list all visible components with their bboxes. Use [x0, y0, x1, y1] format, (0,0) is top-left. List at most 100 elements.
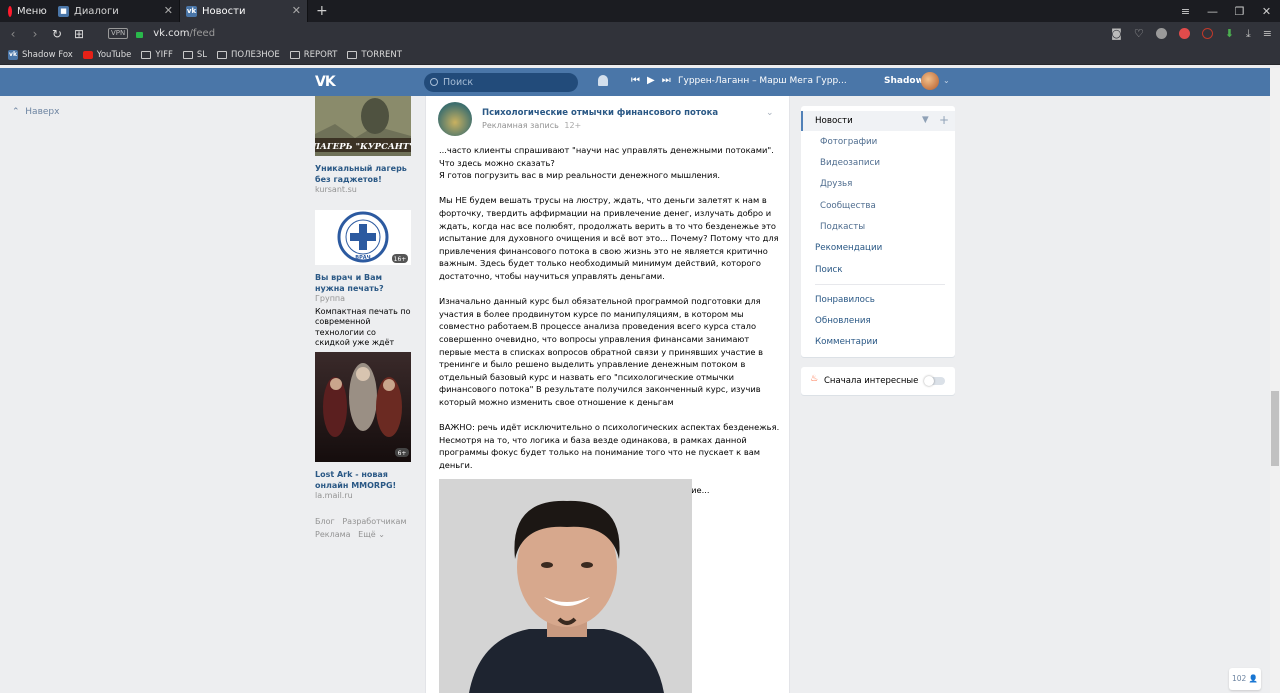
bookmark-sl[interactable]: SL	[182, 50, 207, 60]
bookmark-shadow-fox[interactable]: vk Shadow Fox	[8, 49, 73, 60]
news-navigation: Новости ▼ + Фотографии Видеозаписи Друзь…	[801, 106, 955, 357]
close-window-icon[interactable]: ✕	[1253, 5, 1280, 18]
nav-item-comments[interactable]: Комментарии	[815, 337, 878, 347]
back-icon[interactable]: ‹	[2, 27, 24, 41]
new-tab-button[interactable]: +	[308, 3, 336, 19]
tab-news[interactable]: vk Новости ✕	[180, 0, 308, 22]
ad-image[interactable]: 6+	[315, 352, 411, 462]
post-ad-label: Рекламная запись	[482, 121, 559, 130]
ad-block-doctor[interactable]: ВРАЧ 16+ Вы врач и Вам нужна печать? Гру…	[315, 210, 412, 349]
downloads-icon[interactable]: ⤓	[1246, 27, 1251, 41]
bookmark-youtube[interactable]: YouTube	[82, 50, 131, 60]
close-tab-icon[interactable]: ✕	[164, 4, 173, 17]
next-track-icon[interactable]: ⏭	[662, 75, 671, 86]
avatar[interactable]	[921, 72, 939, 90]
ad-source: la.mail.ru	[315, 491, 353, 500]
nav-item-friends[interactable]: Друзья	[820, 179, 852, 189]
bookmark-report[interactable]: REPORT	[289, 50, 337, 60]
ad-source: kursant.su	[315, 185, 357, 194]
minimize-icon[interactable]: —	[1199, 5, 1226, 18]
scroll-to-top-link[interactable]: ⌃ Наверх	[12, 107, 59, 117]
footer-link-more[interactable]: Ещё	[358, 530, 376, 539]
adblock-extension-icon[interactable]	[1178, 28, 1190, 39]
nav-item-videos[interactable]: Видеозаписи	[820, 158, 880, 168]
ad-title[interactable]: Lost Ark - новая онлайн MMORPG!	[315, 470, 412, 491]
post-subtitle: Рекламная запись 12+	[482, 121, 581, 130]
camera-icon[interactable]: ◙	[1111, 27, 1122, 40]
restore-icon[interactable]: ❐	[1226, 5, 1253, 18]
menu-icon[interactable]: ≡	[1263, 27, 1272, 40]
chevron-down-icon[interactable]: ⌄	[943, 76, 950, 85]
folder-icon	[141, 50, 152, 59]
vk-logo-icon[interactable]: VK	[315, 74, 336, 90]
tab-dialogs[interactable]: ■ Диалоги ✕	[52, 0, 180, 22]
vk-icon: vk	[186, 5, 197, 17]
tab-label: Новости	[202, 5, 246, 17]
bookmark-torrent[interactable]: TORRENT	[347, 50, 402, 60]
post-author-avatar[interactable]	[438, 102, 472, 136]
vk-header: VK Поиск ⏮ ▶ ⏭ Гуррен-Лаганн – Марш Мега…	[0, 68, 1270, 96]
post-photo[interactable]	[439, 479, 692, 693]
bookmark-poleznoe[interactable]: ПОЛЕЗНОЕ	[217, 50, 280, 60]
extension-icon[interactable]	[1155, 28, 1167, 39]
interesting-first-toggle-block[interactable]: ♨ Сначала интересные	[801, 367, 955, 395]
bookmark-yiff[interactable]: YIFF	[141, 50, 173, 60]
speed-dial-icon[interactable]: ⊞	[68, 27, 90, 41]
footer-link-developers[interactable]: Разработчикам	[342, 517, 406, 526]
heart-icon[interactable]: ♡	[1134, 27, 1144, 40]
ad-image-text: ЛАГЕРЬ "КУРСАНТ"	[315, 142, 411, 152]
previous-track-icon[interactable]: ⏮	[631, 75, 640, 86]
page-scrollbar[interactable]	[1270, 68, 1280, 693]
footer-links: Блог Разработчикам Реклама Ещё ⌄	[315, 516, 407, 541]
opera-menu-button[interactable]: Меню	[0, 0, 52, 22]
nav-item-updates[interactable]: Обновления	[815, 316, 871, 326]
ad-block-lost-ark[interactable]: 6+ Lost Ark - новая онлайн MMORPG! la.ma…	[315, 352, 412, 502]
download-extension-icon[interactable]: ⬇	[1225, 27, 1234, 40]
reload-icon[interactable]: ↻	[46, 27, 68, 41]
nav-item-search[interactable]: Поиск	[815, 265, 843, 275]
username[interactable]: Shadow	[884, 76, 924, 86]
nav-item-podcasts[interactable]: Подкасты	[820, 222, 865, 232]
shield-extension-icon[interactable]	[1201, 28, 1213, 39]
interesting-first-label: Сначала интересные	[824, 376, 919, 386]
post-author-name[interactable]: Психологические отмычки финансового пото…	[482, 108, 718, 118]
notifications-bell-icon[interactable]	[598, 75, 608, 86]
scrollbar-thumb[interactable]	[1271, 391, 1279, 466]
online-counter[interactable]: 102 👤	[1229, 668, 1261, 690]
nav-item-recommendations[interactable]: Рекомендации	[815, 243, 882, 253]
filter-icon[interactable]: ▼	[922, 115, 929, 125]
play-icon[interactable]: ▶	[647, 75, 655, 86]
ad-title[interactable]: Уникальный лагерь без гаджетов!	[315, 164, 412, 185]
footer-link-blog[interactable]: Блог	[315, 517, 335, 526]
nav-item-communities[interactable]: Сообщества	[820, 201, 876, 211]
ad-image[interactable]: ВРАЧ 16+	[315, 210, 411, 265]
post-menu-chevron-icon[interactable]: ⌄	[766, 108, 774, 118]
forward-icon[interactable]: ›	[24, 27, 46, 41]
bookmarks-bar: vk Shadow Fox YouTube YIFF SL ПОЛЕЗНОЕ RE…	[0, 45, 1280, 65]
interesting-first-switch[interactable]	[924, 376, 945, 386]
opera-menu-label: Меню	[17, 5, 47, 17]
add-icon[interactable]: +	[939, 113, 949, 127]
nav-item-news[interactable]: Новости	[815, 116, 853, 126]
nav-item-liked[interactable]: Понравилось	[815, 295, 875, 305]
up-label: Наверх	[25, 107, 60, 117]
address-bar-actions: ◙ ♡ ⬇ ⤓ ≡	[1111, 22, 1272, 45]
nav-item-photos[interactable]: Фотографии	[820, 137, 877, 147]
ad-image[interactable]: ЛАГЕРЬ "КУРСАНТ"	[311, 96, 414, 156]
folder-icon	[182, 50, 193, 59]
tab-menu-icon[interactable]: ≡	[1172, 5, 1199, 18]
ad-source: Группа	[315, 294, 346, 303]
browser-tabbar: Меню ■ Диалоги ✕ vk Новости ✕ + ≡ — ❐ ✕	[0, 0, 1280, 22]
url-path: /feed	[189, 28, 216, 39]
vpn-badge[interactable]: VPN	[108, 28, 129, 39]
search-icon	[430, 78, 438, 86]
search-input[interactable]: Поиск	[424, 73, 578, 92]
close-tab-icon[interactable]: ✕	[292, 4, 301, 17]
ad-block-kursant[interactable]: ЛАГЕРЬ "КУРСАНТ" Уникальный лагерь без г…	[311, 96, 414, 196]
window-controls: ≡ — ❐ ✕	[1172, 0, 1280, 22]
url-field[interactable]: vk.com/feed	[153, 28, 215, 39]
current-track-title[interactable]: Гуррен-Лаганн – Марш Мега Гурр...	[678, 76, 847, 86]
online-count: 102	[1231, 674, 1247, 683]
ad-title[interactable]: Вы врач и Вам нужна печать?	[315, 273, 412, 294]
footer-link-ads[interactable]: Реклама	[315, 530, 351, 539]
